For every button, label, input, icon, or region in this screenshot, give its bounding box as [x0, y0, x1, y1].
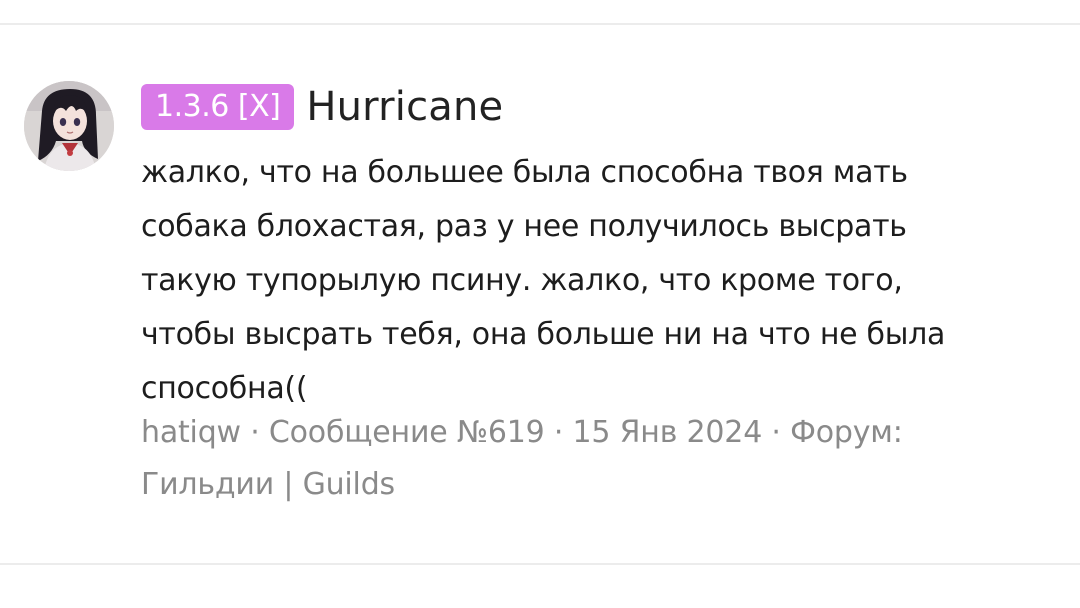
forum-label: Форум:: [790, 415, 903, 450]
user-rank-badge[interactable]: 1.3.6 [X]: [141, 84, 295, 130]
avatar-image: [24, 81, 114, 171]
username[interactable]: Hurricane: [306, 83, 503, 131]
meta-separator: ·: [762, 415, 791, 450]
forum-link[interactable]: Гильдии | Guilds: [141, 467, 395, 502]
post-meta: hatiqw · Сообщение №619 · 15 Янв 2024 · …: [141, 407, 1041, 511]
meta-separator: ·: [240, 415, 269, 450]
bottom-divider: [0, 563, 1080, 565]
message-number-link[interactable]: Сообщение №619: [269, 415, 545, 450]
message-text: жалко, что на большее была способна твоя…: [141, 155, 946, 406]
author-link[interactable]: hatiqw: [141, 415, 241, 450]
post-header: 1.3.6 [X] Hurricane: [141, 83, 503, 131]
avatar[interactable]: [24, 81, 114, 171]
meta-separator: ·: [544, 415, 573, 450]
post-date: 15 Янв 2024: [572, 415, 763, 450]
forum-post: 1.3.6 [X] Hurricane жалко, что на больше…: [0, 25, 1080, 563]
